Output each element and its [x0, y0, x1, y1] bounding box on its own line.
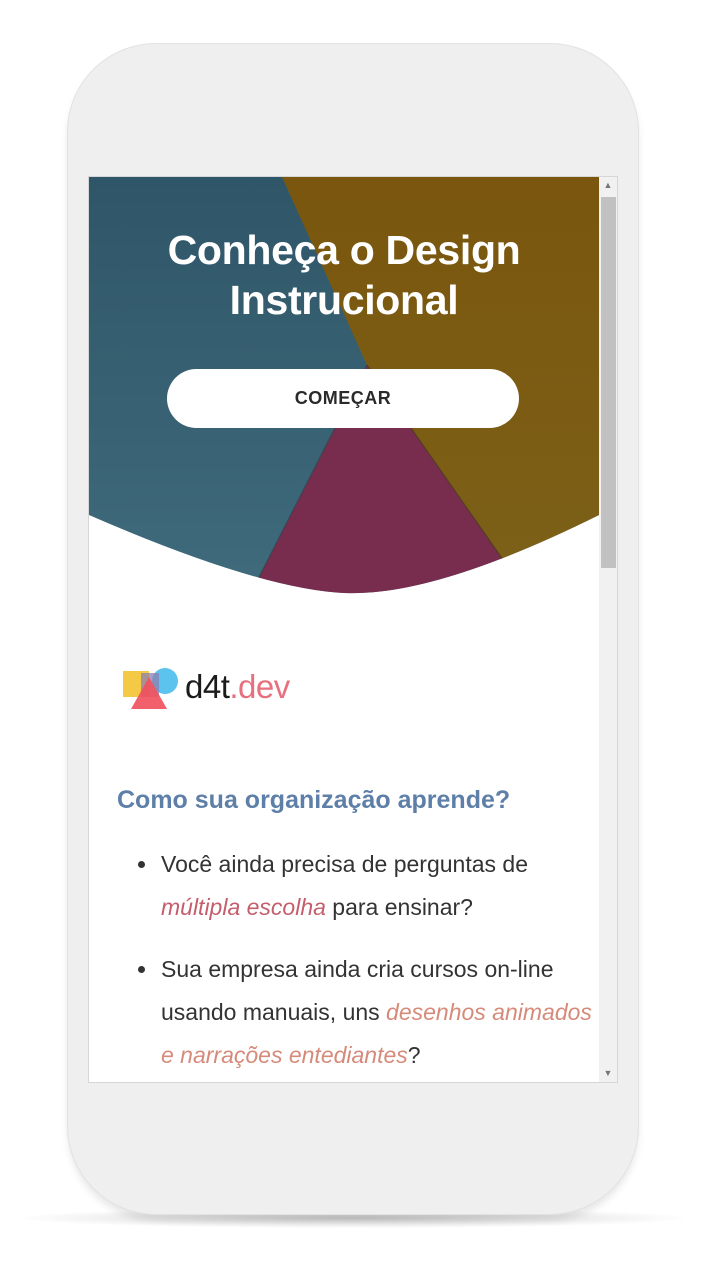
list-item-text-end: para ensinar? [325, 894, 473, 920]
logo-text-dev: .dev [229, 668, 290, 705]
page-viewport[interactable]: Conheça o Design Instrucional COMEÇAR d4… [89, 177, 599, 1082]
hero-title-line2: Instrucional [229, 277, 459, 323]
phone-screen: Conheça o Design Instrucional COMEÇAR d4… [88, 176, 618, 1083]
logo-text-d4t: d4t [185, 668, 230, 705]
logo-shapes-icon [123, 668, 178, 709]
question-list: Você ainda precisa de perguntas de múlti… [134, 843, 599, 1082]
list-item: Sua empresa ainda cria cursos on-line us… [159, 948, 599, 1077]
list-item-text-end: ? [407, 1042, 421, 1068]
scroll-up-arrow-icon[interactable]: ▲ [599, 177, 617, 194]
hero-title: Conheça o Design Instrucional [89, 225, 599, 325]
d4t-logo[interactable]: d4t.dev [121, 667, 311, 717]
start-button[interactable]: COMEÇAR [167, 369, 519, 428]
list-item: Você ainda precisa de perguntas de múlti… [159, 843, 599, 929]
emphasis-text: múltipla escolha [161, 894, 326, 920]
hero-title-line1: Conheça o Design [167, 227, 521, 273]
section-heading: Como sua organização aprende? [117, 786, 511, 814]
vertical-scrollbar[interactable]: ▲ ▼ [599, 177, 617, 1082]
scroll-down-arrow-icon[interactable]: ▼ [599, 1065, 617, 1082]
logo-wordmark: d4t.dev [185, 669, 290, 705]
list-item-text: Você ainda precisa de perguntas de [161, 851, 528, 877]
scrollbar-thumb[interactable] [601, 197, 616, 568]
